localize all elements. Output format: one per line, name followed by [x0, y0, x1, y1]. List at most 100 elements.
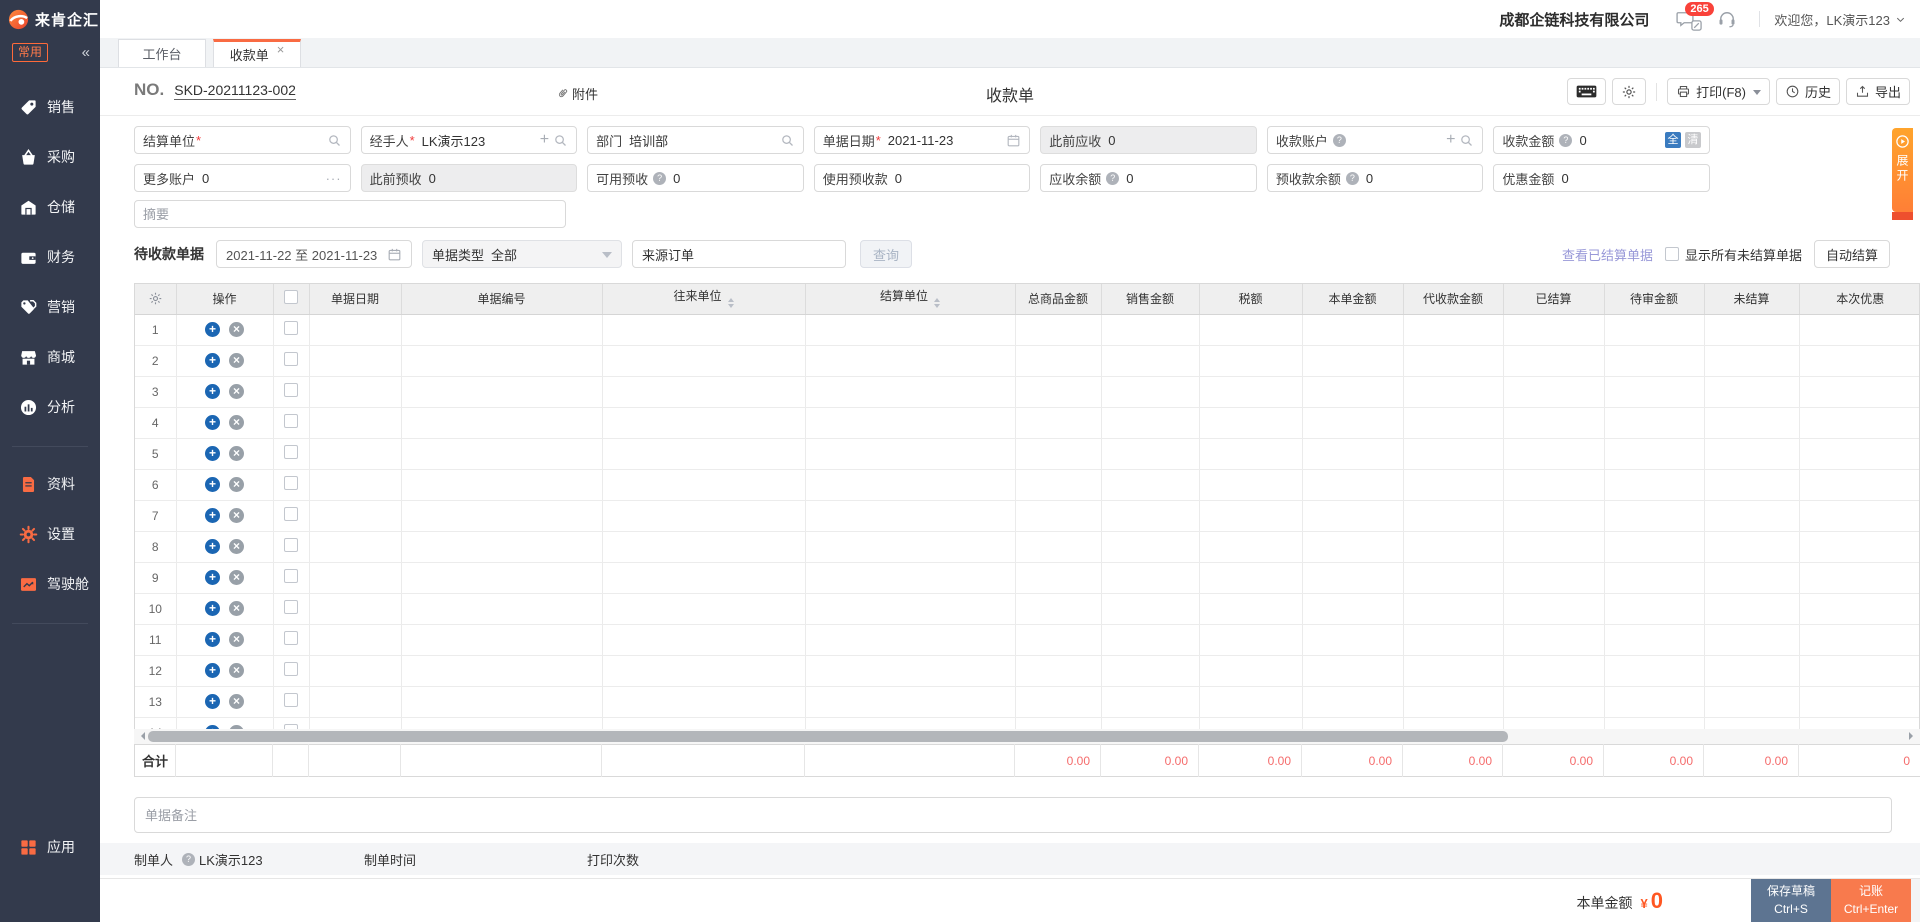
plus-icon[interactable]: +	[540, 133, 549, 147]
field-应收余额[interactable]: 应收余额?0	[1040, 164, 1257, 192]
close-icon[interactable]: ×	[277, 42, 285, 57]
tab-收款单[interactable]: 收款单×	[213, 39, 301, 67]
remove-row-icon[interactable]: ×	[229, 322, 244, 337]
export-button[interactable]: 导出	[1846, 78, 1910, 105]
sidebar-item-采购[interactable]: 采购	[0, 132, 100, 182]
sidebar-item-资料[interactable]: 资料	[0, 459, 100, 509]
remove-row-icon[interactable]: ×	[229, 632, 244, 647]
add-row-icon[interactable]: +	[205, 477, 220, 492]
show-all-unsettled-toggle[interactable]: 显示所有未结算单据	[1665, 245, 1802, 264]
source-order-input[interactable]: 来源订单	[632, 240, 846, 268]
auto-settle-button[interactable]: 自动结算	[1814, 240, 1890, 268]
add-row-icon[interactable]: +	[205, 415, 220, 430]
sidebar-item-设置[interactable]: 设置	[0, 509, 100, 559]
badge-全[interactable]: 全	[1665, 132, 1681, 148]
field-单据日期[interactable]: 单据日期*2021-11-23	[814, 126, 1031, 154]
remove-row-icon[interactable]: ×	[229, 446, 244, 461]
date-range-picker[interactable]: 2021-11-22 至 2021-11-23	[216, 240, 412, 268]
scrollbar-thumb[interactable]	[148, 731, 1508, 742]
row-checkbox[interactable]	[284, 383, 298, 397]
add-row-icon[interactable]: +	[205, 384, 220, 399]
remove-row-icon[interactable]: ×	[229, 477, 244, 492]
add-row-icon[interactable]: +	[205, 539, 220, 554]
keyboard-shortcuts-button[interactable]	[1567, 78, 1606, 105]
sort-icon[interactable]	[728, 295, 734, 311]
row-checkbox[interactable]	[284, 414, 298, 428]
tab-工作台[interactable]: 工作台	[118, 39, 206, 67]
add-row-icon[interactable]: +	[205, 632, 220, 647]
search-icon[interactable]	[553, 133, 568, 148]
field-优惠金额[interactable]: 优惠金额0	[1493, 164, 1710, 192]
row-checkbox[interactable]	[284, 662, 298, 676]
sidebar-item-商城[interactable]: 商城	[0, 332, 100, 382]
field-收款账户[interactable]: 收款账户?+	[1267, 126, 1484, 154]
checkbox[interactable]	[1665, 247, 1679, 261]
doc-type-select[interactable]: 单据类型 全部	[422, 240, 622, 268]
add-row-icon[interactable]: +	[205, 353, 220, 368]
badge-清[interactable]: 清	[1685, 132, 1701, 148]
search-icon[interactable]	[780, 133, 795, 148]
scroll-right-arrow[interactable]	[1909, 732, 1917, 740]
sidebar-item-仓储[interactable]: 仓储	[0, 182, 100, 232]
field-更多账户[interactable]: 更多账户0···	[134, 164, 351, 192]
remove-row-icon[interactable]: ×	[229, 508, 244, 523]
row-checkbox[interactable]	[284, 476, 298, 490]
user-menu[interactable]: 欢迎您，LK演示123	[1774, 10, 1906, 29]
sidebar-item-分析[interactable]: 分析	[0, 382, 100, 432]
add-row-icon[interactable]: +	[205, 663, 220, 678]
add-row-icon[interactable]: +	[205, 508, 220, 523]
add-row-icon[interactable]: +	[205, 570, 220, 585]
calendar-icon[interactable]	[1006, 133, 1021, 148]
remove-row-icon[interactable]: ×	[229, 353, 244, 368]
remove-row-icon[interactable]: ×	[229, 663, 244, 678]
sidebar-item-销售[interactable]: 销售	[0, 82, 100, 132]
search-icon[interactable]	[327, 133, 342, 148]
field-结算单位[interactable]: 结算单位*	[134, 126, 351, 154]
row-checkbox[interactable]	[284, 507, 298, 521]
row-checkbox[interactable]	[284, 569, 298, 583]
remove-row-icon[interactable]: ×	[229, 694, 244, 709]
field-使用预收款[interactable]: 使用预收款0	[814, 164, 1031, 192]
ellipsis-icon[interactable]: ···	[326, 171, 342, 186]
row-checkbox[interactable]	[284, 631, 298, 645]
row-checkbox[interactable]	[284, 352, 298, 366]
sidebar-item-应用[interactable]: 应用	[0, 822, 100, 872]
field-经手人[interactable]: 经手人*LK演示123+	[361, 126, 578, 154]
query-button[interactable]: 查询	[860, 240, 912, 268]
summary-input[interactable]	[134, 200, 566, 228]
sidebar-mode-tag[interactable]: 常用	[12, 43, 48, 62]
history-button[interactable]: 历史	[1776, 78, 1840, 105]
remove-row-icon[interactable]: ×	[229, 570, 244, 585]
support-button[interactable]	[1717, 9, 1737, 29]
sort-icon[interactable]	[934, 295, 940, 311]
remove-row-icon[interactable]: ×	[229, 384, 244, 399]
select-all-checkbox[interactable]	[284, 290, 298, 304]
add-row-icon[interactable]: +	[205, 322, 220, 337]
remove-row-icon[interactable]: ×	[229, 539, 244, 554]
sidebar-collapse-icon[interactable]: «	[82, 44, 90, 61]
view-settled-link[interactable]: 查看已结算单据	[1562, 245, 1653, 264]
expand-panel-tab[interactable]: 展开	[1892, 128, 1913, 212]
scroll-left-arrow[interactable]	[137, 732, 145, 740]
post-button[interactable]: 记账 Ctrl+Enter	[1831, 879, 1911, 922]
add-row-icon[interactable]: +	[205, 446, 220, 461]
add-row-icon[interactable]: +	[205, 601, 220, 616]
row-checkbox[interactable]	[284, 538, 298, 552]
field-可用预收[interactable]: 可用预收?0	[587, 164, 804, 192]
column-settings-gear-icon[interactable]	[148, 291, 163, 306]
remove-row-icon[interactable]: ×	[229, 415, 244, 430]
search-icon[interactable]	[1459, 133, 1474, 148]
plus-icon[interactable]: +	[1446, 133, 1455, 147]
sidebar-item-营销[interactable]: 营销	[0, 282, 100, 332]
sidebar-item-财务[interactable]: 财务	[0, 232, 100, 282]
row-checkbox[interactable]	[284, 445, 298, 459]
field-部门[interactable]: 部门培训部	[587, 126, 804, 154]
field-收款金额[interactable]: 收款金额?0全清	[1493, 126, 1710, 154]
save-draft-button[interactable]: 保存草稿 Ctrl+S	[1751, 879, 1831, 922]
messages-button[interactable]: 265	[1675, 9, 1695, 29]
sidebar-item-驾驶舱[interactable]: 驾驶舱	[0, 559, 100, 609]
row-checkbox[interactable]	[284, 321, 298, 335]
row-checkbox[interactable]	[284, 600, 298, 614]
row-checkbox[interactable]	[284, 693, 298, 707]
field-预收款余额[interactable]: 预收款余额?0	[1267, 164, 1484, 192]
